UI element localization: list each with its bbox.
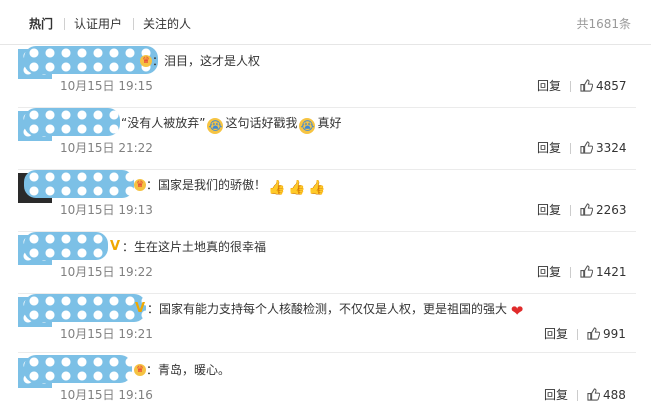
thumbs-up-emoji-icon: 👍 bbox=[268, 180, 286, 196]
tab-hot[interactable]: 热门 bbox=[29, 16, 53, 32]
username-redacted[interactable] bbox=[24, 232, 108, 260]
comment-item: ♛ ：青岛，暖心。 10月15日 19:16 回复 488 bbox=[0, 355, 651, 417]
tab-divider bbox=[64, 18, 65, 30]
comment-text-part: ：国家有能力支持每个人核酸检测，不仅仅是人权，更是祖国的强大 bbox=[147, 302, 508, 316]
like-button[interactable]: 991 bbox=[587, 327, 626, 341]
comment-text: ：国家是我们的骄傲！ 👍 👍 👍 bbox=[146, 177, 326, 196]
comment-time: 10月15日 19:16 bbox=[60, 388, 153, 402]
comment-time: 10月15日 19:22 bbox=[60, 265, 153, 279]
crown-icon: ♛ bbox=[134, 364, 146, 376]
comment-text: “没有人被放弃” 😭 这句话好戳我 😭 真好 bbox=[121, 115, 341, 134]
thumbs-up-icon bbox=[580, 203, 593, 216]
verified-v-icon: V bbox=[135, 301, 146, 316]
comment-text-part: 真好 bbox=[317, 116, 342, 130]
tab-following[interactable]: 关注的人 bbox=[143, 16, 191, 32]
like-count: 488 bbox=[603, 388, 626, 402]
comment-text: ：国家有能力支持每个人核酸检测，不仅仅是人权，更是祖国的强大 ❤ bbox=[147, 301, 527, 319]
thumbs-up-icon bbox=[580, 141, 593, 154]
heart-emoji-icon: ❤ bbox=[510, 302, 524, 320]
action-divider bbox=[570, 81, 571, 92]
reply-button[interactable]: 回复 bbox=[544, 327, 568, 341]
action-divider bbox=[577, 390, 578, 401]
action-divider bbox=[577, 329, 578, 340]
reply-button[interactable]: 回复 bbox=[537, 79, 561, 93]
username-redacted[interactable] bbox=[24, 294, 146, 322]
comment-item: V ：生在这片土地真的很幸福 10月15日 19:22 回复 1421 bbox=[0, 232, 651, 294]
like-count: 991 bbox=[603, 327, 626, 341]
comment-text: ：生在这片土地真的很幸福 bbox=[122, 240, 267, 254]
like-button[interactable]: 2263 bbox=[580, 203, 627, 217]
comment-item: V ：国家有能力支持每个人核酸检测，不仅仅是人权，更是祖国的强大 ❤ 10月15日… bbox=[0, 294, 651, 356]
username-redacted[interactable] bbox=[24, 355, 132, 383]
crying-emoji-icon: 😭 bbox=[299, 118, 316, 134]
comment-text: ：青岛，暖心。 bbox=[146, 363, 231, 377]
comment-tabs: 热门 认证用户 关注的人 共1681条 bbox=[0, 0, 651, 45]
like-button[interactable]: 1421 bbox=[580, 265, 627, 279]
comment-time: 10月15日 19:21 bbox=[60, 327, 153, 341]
comment-total-count: 共1681条 bbox=[576, 17, 631, 31]
reply-button[interactable]: 回复 bbox=[544, 388, 568, 402]
comment-item: ♛ ：泪目，这才是人权 10月15日 19:15 回复 4857 bbox=[0, 46, 651, 108]
action-divider bbox=[570, 143, 571, 154]
reply-button[interactable]: 回复 bbox=[537, 265, 561, 279]
like-button[interactable]: 488 bbox=[587, 388, 626, 402]
crying-emoji-icon: 😭 bbox=[207, 118, 224, 134]
comment-divider bbox=[18, 352, 636, 353]
action-divider bbox=[570, 267, 571, 278]
comment-text-part: 这句话好戳我 bbox=[225, 116, 298, 130]
comment-item: ♛ ：国家是我们的骄傲！ 👍 👍 👍 10月15日 19:13 回复 2263 bbox=[0, 170, 651, 232]
verified-v-icon: V bbox=[110, 239, 121, 254]
username-redacted[interactable] bbox=[24, 46, 158, 74]
crown-icon: ♛ bbox=[134, 179, 146, 191]
action-divider bbox=[570, 205, 571, 216]
like-button[interactable]: 3324 bbox=[580, 141, 627, 155]
thumbs-up-icon bbox=[580, 79, 593, 92]
comment-item: “没有人被放弃” 😭 这句话好戳我 😭 真好 10月15日 21:22 回复 3324 bbox=[0, 108, 651, 170]
reply-button[interactable]: 回复 bbox=[537, 141, 561, 155]
thumbs-up-icon bbox=[580, 265, 593, 278]
username-redacted[interactable] bbox=[24, 108, 120, 136]
tab-verified-users[interactable]: 认证用户 bbox=[74, 16, 122, 32]
like-count: 4857 bbox=[596, 79, 627, 93]
thumbs-up-emoji-icon: 👍 bbox=[308, 180, 326, 196]
thumbs-up-emoji-icon: 👍 bbox=[288, 180, 306, 196]
like-count: 3324 bbox=[596, 141, 627, 155]
like-button[interactable]: 4857 bbox=[580, 79, 627, 93]
username-redacted[interactable] bbox=[24, 170, 134, 198]
comment-time: 10月15日 19:15 bbox=[60, 79, 153, 93]
crown-icon: ♛ bbox=[140, 55, 152, 67]
thumbs-up-icon bbox=[587, 388, 600, 401]
tab-divider bbox=[133, 18, 134, 30]
thumbs-up-icon bbox=[587, 327, 600, 340]
comment-text: ：泪目，这才是人权 bbox=[152, 54, 261, 68]
like-count: 1421 bbox=[596, 265, 627, 279]
comment-time: 10月15日 21:22 bbox=[60, 141, 153, 155]
like-count: 2263 bbox=[596, 203, 627, 217]
comment-text-part: “没有人被放弃” bbox=[121, 116, 206, 130]
reply-button[interactable]: 回复 bbox=[537, 203, 561, 217]
comment-time: 10月15日 19:13 bbox=[60, 203, 153, 217]
comment-text-part: ：国家是我们的骄傲！ bbox=[146, 178, 267, 192]
